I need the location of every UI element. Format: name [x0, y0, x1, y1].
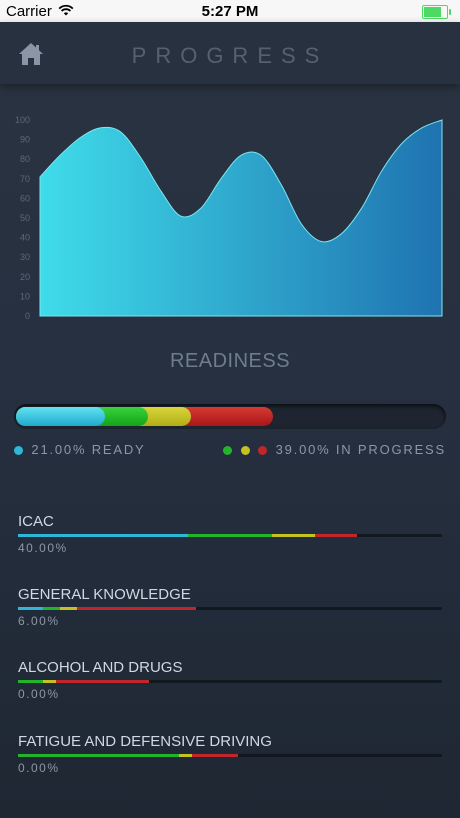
in-progress-percent-label: 39.00% IN PROGRESS: [275, 442, 446, 457]
status-bar: Carrier 5:27 PM: [0, 0, 460, 22]
module-segment-red: [77, 607, 197, 610]
ready-percent-label: 21.00% READY: [31, 442, 146, 457]
module-percent: 0.00%: [18, 761, 60, 775]
y-tick-label: 70: [20, 174, 30, 184]
battery-icon: [422, 5, 451, 19]
y-tick-label: 90: [20, 135, 30, 145]
yellow-dot-icon: [240, 446, 250, 456]
y-tick-label: 30: [20, 252, 30, 262]
module-segment-green: [187, 534, 273, 537]
battery-fill: [424, 7, 441, 17]
red-dot-icon: [258, 446, 268, 456]
module-percent: 6.00%: [18, 614, 60, 628]
module-segment-yellow: [272, 534, 315, 537]
page-title: PROGRESS: [131, 43, 329, 68]
module-progress-bar: [18, 754, 442, 757]
y-tick-label: 100: [15, 115, 30, 125]
module-alcohol-and-drugs[interactable]: ALCOHOL AND DRUGS 0.00%: [18, 659, 442, 701]
module-name: ALCOHOL AND DRUGS: [18, 659, 183, 676]
module-progress-bar: [18, 680, 442, 683]
y-tick-label: 80: [20, 154, 30, 164]
module-icac[interactable]: ICAC 40.00%: [18, 513, 442, 555]
y-tick-label: 60: [20, 193, 30, 203]
module-segment-yellow: [43, 680, 57, 683]
readiness-segment-blue: [16, 407, 105, 426]
blue-dot-icon: [14, 446, 23, 456]
y-tick-label: 50: [20, 213, 30, 223]
progress-area-chart: 0 10 20 30 40 50 60 70 80 90 100: [15, 115, 443, 321]
module-name: ICAC: [18, 513, 54, 530]
module-segment-blue: [18, 534, 188, 537]
header-bar: PROGRESS: [0, 22, 460, 84]
module-progress-bar: [18, 534, 442, 537]
module-segment-green: [18, 680, 44, 683]
battery-tip: [449, 9, 451, 15]
readiness-title: READINESS: [169, 350, 291, 372]
clock-time: 5:27 PM: [201, 3, 259, 20]
module-percent: 0.00%: [18, 687, 60, 701]
area-series: [39, 119, 443, 317]
module-segment-red: [314, 534, 358, 537]
readiness-legend: 21.00% READY 39.00% IN PROGRESS: [14, 442, 446, 458]
module-segment-yellow: [179, 754, 192, 757]
module-percent: 40.00%: [18, 541, 68, 555]
module-fatigue-and-defensive-driving[interactable]: FATIGUE AND DEFENSIVE DRIVING 0.00%: [18, 733, 442, 775]
module-general-knowledge[interactable]: GENERAL KNOWLEDGE 6.00%: [18, 586, 442, 628]
legend-in-progress: 39.00% IN PROGRESS: [223, 442, 446, 457]
module-name: GENERAL KNOWLEDGE: [18, 586, 191, 603]
y-tick-label: 10: [20, 291, 30, 301]
y-tick-label: 40: [20, 233, 30, 243]
y-tick-label: 0: [25, 311, 30, 321]
module-segment-yellow: [60, 607, 78, 610]
module-progress-bar: [18, 607, 442, 610]
module-segment-red: [56, 680, 150, 683]
module-name: FATIGUE AND DEFENSIVE DRIVING: [18, 733, 272, 750]
progress-chart: 0 10 20 30 40 50 60 70 80 90 100: [0, 100, 460, 330]
module-segment-green: [18, 754, 180, 757]
green-dot-icon: [223, 446, 233, 456]
y-tick-label: 20: [20, 272, 30, 282]
y-axis-ticks: 0 10 20 30 40 50 60 70 80 90 100: [15, 115, 30, 321]
module-segment-red: [191, 754, 239, 757]
legend-ready: 21.00% READY: [14, 442, 146, 457]
readiness-progress-bar: [14, 404, 446, 429]
module-segment-green: [43, 607, 61, 610]
module-segment-blue: [18, 607, 44, 610]
